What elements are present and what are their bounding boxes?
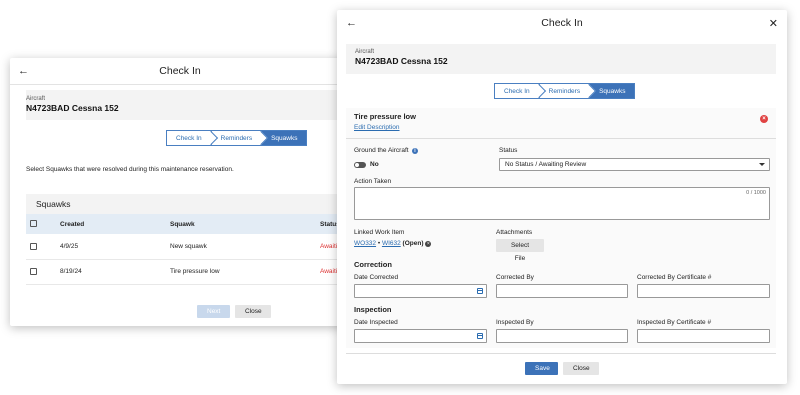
remove-icon[interactable]: ×: [760, 115, 768, 123]
step-reminders[interactable]: Reminders: [539, 83, 597, 99]
table-row[interactable]: 8/19/24 Tire pressure low Awaitin: [26, 259, 350, 285]
squawk-title: Tire pressure low: [354, 112, 416, 121]
column-squawk: Squawk: [166, 214, 316, 234]
footer-buttons: Save Close: [525, 362, 599, 375]
status-label: Status: [499, 147, 518, 154]
step-reminders[interactable]: Reminders: [211, 130, 269, 146]
select-all-header[interactable]: [26, 214, 56, 234]
ground-value: No: [370, 161, 379, 168]
work-item-link[interactable]: WI632: [382, 240, 401, 247]
dialog-title: Check In: [159, 65, 201, 77]
footer-buttons: Next Close: [197, 305, 271, 318]
aircraft-box: Aircraft N4723BAD Cessna 152: [346, 44, 776, 74]
character-counter: 0 / 1000: [746, 190, 766, 196]
clear-icon[interactable]: ×: [425, 241, 432, 247]
inspection-heading: Inspection: [354, 305, 392, 314]
next-button[interactable]: Next: [197, 305, 230, 318]
corrected-by-input[interactable]: [496, 284, 628, 298]
divider: [346, 138, 776, 139]
column-created: Created: [56, 214, 166, 234]
step-check-in[interactable]: Check In: [166, 130, 218, 146]
select-file-button[interactable]: Select File: [496, 239, 544, 262]
date-corrected-input[interactable]: [354, 284, 487, 298]
inspected-by-input[interactable]: [496, 329, 628, 343]
step-indicator: Check In Reminders Squawks: [494, 83, 636, 99]
corrected-cert-label: Corrected By Certificate #: [637, 274, 712, 281]
corrected-cert-input[interactable]: [637, 284, 770, 298]
aircraft-label: Aircraft: [26, 96, 46, 102]
info-icon[interactable]: i: [412, 148, 418, 154]
status-select[interactable]: No Status / Awaiting Review: [499, 158, 770, 171]
calendar-icon[interactable]: [477, 288, 483, 294]
calendar-icon[interactable]: [477, 333, 483, 339]
status-select-value: No Status / Awaiting Review: [505, 161, 587, 168]
squawks-table: Created Squawk Status 4/9/25 New squawk …: [26, 214, 350, 285]
divider: [346, 353, 776, 354]
step-squawks[interactable]: Squawks: [590, 83, 636, 99]
table-row[interactable]: 4/9/25 New squawk Awaitin: [26, 234, 350, 260]
created-cell: 4/9/25: [56, 234, 166, 260]
edit-description-link[interactable]: Edit Description: [354, 124, 400, 131]
linked-work-item-label: Linked Work Item: [354, 229, 405, 236]
date-inspected-input[interactable]: [354, 329, 487, 343]
linked-work-item: WO332 • WI632 (Open) ×: [354, 240, 432, 247]
ground-label: Ground the Aircraft: [354, 147, 409, 154]
attachments-label: Attachments: [496, 229, 533, 236]
step-indicator: Check In Reminders Squawks: [166, 130, 308, 146]
squawk-cell: Tire pressure low: [166, 259, 316, 285]
dialog-header: ← Check In ✕: [337, 10, 787, 36]
squawks-heading: Squawks: [26, 194, 350, 214]
ground-toggle[interactable]: [354, 162, 366, 168]
instructions-text: Select Squawks that were resolved during…: [26, 166, 234, 173]
front-dialog: ← Check In ✕ Aircraft N4723BAD Cessna 15…: [337, 10, 787, 384]
close-button[interactable]: Close: [563, 362, 599, 375]
step-check-in[interactable]: Check In: [494, 83, 546, 99]
inspected-by-label: Inspected By: [496, 319, 534, 326]
date-corrected-label: Date Corrected: [354, 274, 399, 281]
row-checkbox[interactable]: [30, 242, 37, 250]
aircraft-label: Aircraft: [355, 49, 375, 55]
inspected-cert-input[interactable]: [637, 329, 770, 343]
aircraft-name: N4723BAD Cessna 152: [26, 103, 119, 113]
dialog-header: ← Check In: [10, 58, 350, 85]
action-taken-textarea[interactable]: 0 / 1000: [354, 187, 770, 220]
table-header-row: Created Squawk Status: [26, 214, 350, 234]
aircraft-box: Aircraft N4723BAD Cessna 152: [26, 90, 350, 120]
inspected-cert-label: Inspected By Certificate #: [637, 319, 712, 326]
select-all-checkbox[interactable]: [30, 220, 37, 228]
created-cell: 8/19/24: [56, 259, 166, 285]
corrected-by-label: Corrected By: [496, 274, 534, 281]
step-squawks[interactable]: Squawks: [262, 130, 308, 146]
squawk-cell: New squawk: [166, 234, 316, 260]
back-dialog: ← Check In Aircraft N4723BAD Cessna 152 …: [10, 58, 350, 326]
work-order-link[interactable]: WO332: [354, 240, 376, 247]
work-item-status: (Open): [402, 240, 424, 247]
save-button[interactable]: Save: [525, 362, 558, 375]
date-inspected-label: Date Inspected: [354, 319, 398, 326]
close-button[interactable]: Close: [235, 305, 271, 318]
dialog-title: Check In: [541, 17, 583, 29]
action-taken-label: Action Taken: [354, 178, 392, 185]
chevron-down-icon: [759, 163, 765, 166]
squawk-detail-panel: Tire pressure low Edit Description ×: [346, 108, 776, 348]
aircraft-name: N4723BAD Cessna 152: [355, 56, 448, 66]
close-icon[interactable]: ✕: [769, 17, 778, 30]
correction-heading: Correction: [354, 260, 392, 269]
row-checkbox[interactable]: [30, 267, 37, 275]
